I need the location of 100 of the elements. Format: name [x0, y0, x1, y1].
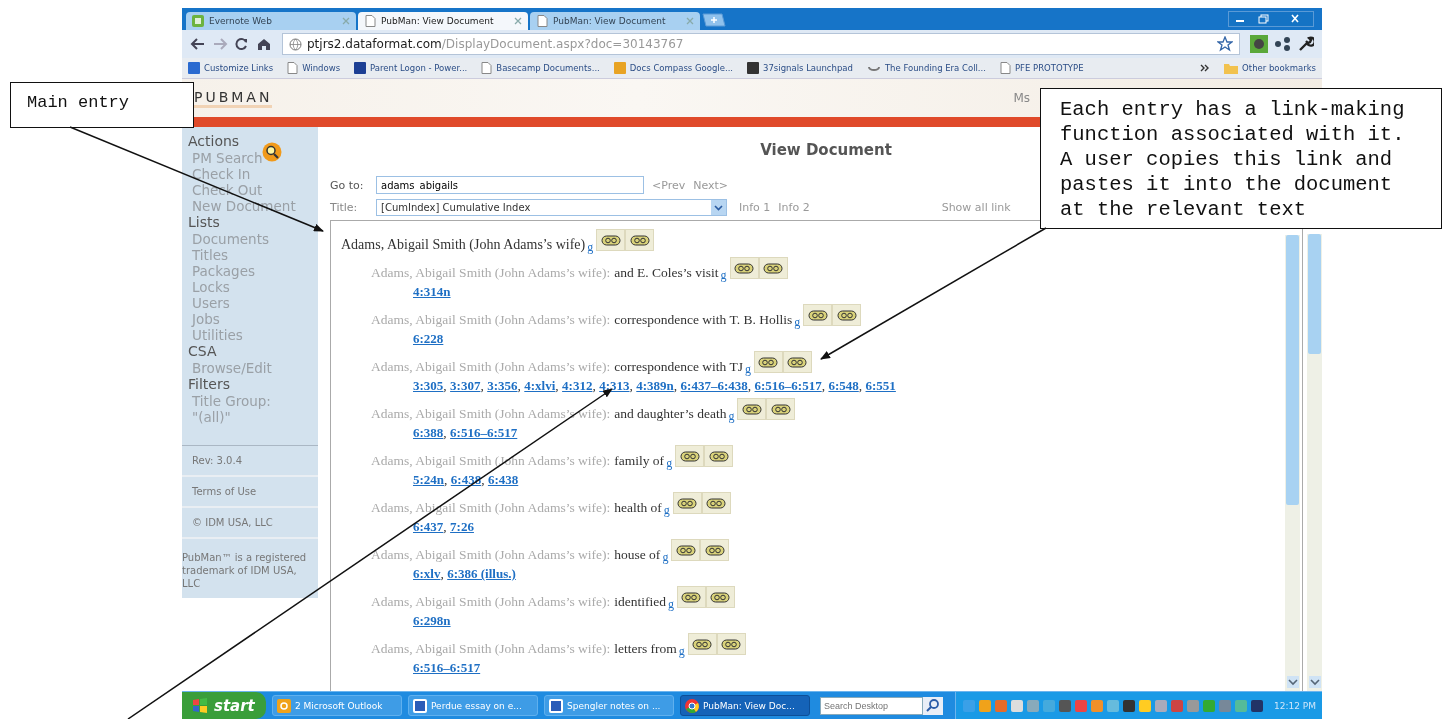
bookmark[interactable]: Basecamp Documents... — [481, 62, 600, 74]
browser-tab[interactable]: PubMan: View Document — [358, 12, 528, 30]
link-button[interactable] — [596, 229, 626, 251]
address-field[interactable]: ptjrs2.dataformat.com/DisplayDocument.aspx?doc=30143767 — [282, 33, 1240, 55]
page-reference-link[interactable]: 6:516–6:517 — [754, 378, 822, 393]
link-button[interactable] — [706, 586, 735, 608]
taskbar-button[interactable]: PubMan: View Doc... — [680, 695, 810, 716]
link-button[interactable] — [701, 492, 731, 514]
info-link[interactable]: Info 1 — [739, 200, 771, 214]
chain-icon — [787, 356, 808, 368]
scrollbar[interactable] — [1285, 235, 1300, 691]
browser-tab[interactable]: PubMan: View Document — [530, 12, 700, 30]
page-reference-link[interactable]: 3:307 — [450, 378, 481, 393]
entry-link[interactable]: g — [668, 596, 674, 612]
title-dropdown[interactable]: [CumIndex] Cumulative Index — [376, 198, 727, 216]
link-button[interactable] — [758, 257, 788, 279]
link-button[interactable] — [704, 445, 734, 467]
page-reference-link[interactable]: 6:386 (illus.) — [447, 566, 516, 581]
page-reference-link[interactable]: 6:551 — [865, 378, 896, 393]
terms-link[interactable]: Terms of Use — [182, 477, 318, 508]
show-all-link[interactable]: Show all link — [941, 200, 1011, 214]
chevron-icon[interactable] — [1200, 63, 1211, 73]
link-button[interactable] — [716, 633, 746, 655]
separator: , — [858, 378, 864, 393]
link-button[interactable] — [803, 304, 833, 326]
link-button[interactable] — [832, 304, 862, 326]
tray-icon[interactable] — [1058, 698, 1072, 713]
bookmark[interactable]: Parent Logon - Power... — [354, 62, 468, 74]
page-reference-link[interactable]: 6:516–6:517 — [450, 425, 518, 440]
link-button[interactable] — [753, 351, 783, 373]
page-reference-link[interactable]: 6:516–6:517 — [413, 660, 481, 675]
entry-link[interactable]: g — [728, 408, 735, 424]
page-reference-link[interactable]: 6:228 — [413, 331, 444, 346]
page-reference-link[interactable]: 6:298n — [413, 613, 451, 628]
scrollbar[interactable] — [1307, 234, 1322, 691]
separator: , — [747, 378, 753, 393]
wrench-icon[interactable] — [1298, 36, 1314, 52]
bookmark[interactable]: PFE PROTOTYPE — [1000, 62, 1084, 74]
dropdown-icon — [711, 199, 726, 215]
link-button[interactable] — [687, 633, 717, 655]
new-tab-icon[interactable] — [702, 13, 726, 27]
browser-tab[interactable]: Evernote Web — [186, 12, 356, 30]
link-button[interactable] — [677, 586, 706, 608]
bookmark[interactable]: Windows — [287, 62, 341, 74]
scroll-thumb[interactable] — [1308, 234, 1321, 354]
taskbar-button[interactable]: Perdue essay on e... — [408, 695, 538, 716]
back-icon[interactable] — [190, 37, 206, 51]
search-icon[interactable] — [262, 142, 283, 162]
page-reference-link[interactable]: 6:xlv — [413, 566, 441, 581]
start-button[interactable]: start — [182, 692, 266, 719]
link-button[interactable] — [675, 445, 705, 467]
page-reference-link[interactable]: 6:548 — [828, 378, 859, 393]
page-reference-link[interactable]: 6:437 — [413, 519, 444, 534]
page-reference-link[interactable]: 4:389n — [636, 378, 674, 393]
share-icon[interactable] — [1274, 36, 1292, 52]
scroll-thumb[interactable] — [1286, 235, 1299, 505]
link-button[interactable] — [625, 229, 655, 251]
chain-icon — [679, 450, 700, 462]
tray-icon[interactable] — [1122, 698, 1136, 713]
next-link[interactable]: Next> — [693, 178, 729, 192]
bookmark[interactable]: Other bookmarks — [1224, 62, 1316, 74]
scroll-down-icon[interactable] — [1308, 676, 1321, 688]
link-button[interactable] — [700, 539, 730, 561]
search-icon[interactable] — [923, 696, 943, 715]
home-icon[interactable] — [256, 37, 272, 51]
separator: , — [443, 519, 448, 534]
prev-link[interactable]: <Prev — [652, 178, 686, 192]
entry-link[interactable]: g — [666, 455, 673, 471]
bookmark[interactable]: The Founding Era Coll... — [866, 63, 986, 73]
tray-icon[interactable] — [1250, 698, 1264, 713]
link-button[interactable] — [782, 351, 812, 373]
page-reference-link[interactable]: 7:26 — [450, 519, 474, 534]
link-button[interactable] — [672, 492, 702, 514]
page-reference-link[interactable]: 4:314n — [413, 284, 451, 299]
scroll-down-icon[interactable] — [1286, 676, 1299, 688]
link-button[interactable] — [729, 257, 759, 279]
star-icon[interactable] — [1217, 36, 1233, 52]
entry-link[interactable]: g — [678, 643, 685, 659]
link-button[interactable] — [766, 398, 796, 420]
reload-icon[interactable] — [234, 37, 250, 51]
bookmark[interactable]: Customize Links — [188, 62, 274, 74]
bookmark[interactable]: Docs Compass Google... — [613, 62, 734, 74]
link-button[interactable] — [737, 398, 767, 420]
taskbar-button[interactable]: Spengler notes on ... — [544, 695, 674, 716]
entry-link[interactable]: g — [794, 314, 801, 330]
page-reference-link[interactable]: 3:356 — [487, 378, 518, 393]
search-field[interactable]: Search Desktop — [820, 696, 923, 715]
entry-link[interactable]: g — [662, 549, 669, 565]
page-reference-link[interactable]: 6:437–6:438 — [680, 378, 748, 393]
entry-link[interactable]: g — [663, 502, 670, 518]
taskbar-button[interactable]: 2 Microsoft Outlook — [272, 695, 402, 716]
info-link[interactable]: Info 2 — [778, 200, 810, 214]
page-reference-link[interactable]: 6:438 — [487, 472, 519, 487]
link-button[interactable] — [671, 539, 701, 561]
bookmark[interactable]: 37signals Launchpad — [747, 62, 853, 74]
entry-link[interactable]: g — [720, 267, 727, 283]
page-reference-link[interactable]: 4:313 — [599, 378, 630, 393]
entry-link[interactable]: g — [744, 361, 751, 377]
footer-text: Rev: 3.0.4 — [182, 446, 318, 477]
entry-link[interactable]: g — [587, 239, 594, 255]
